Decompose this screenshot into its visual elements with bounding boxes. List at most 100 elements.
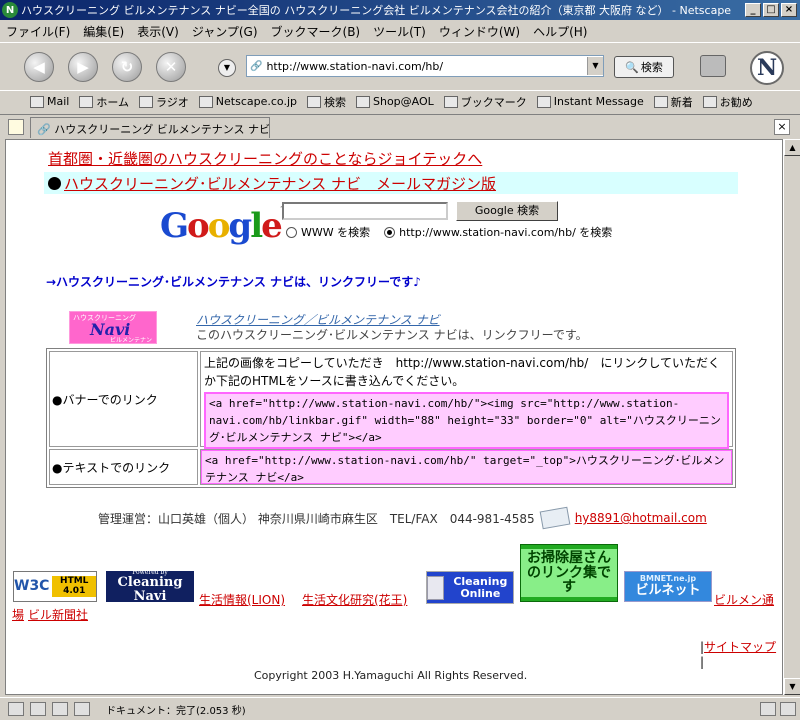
cleaning-navi-badge[interactable]: Powered by Cleaning Navi — [106, 569, 194, 603]
link-instructions-table: ●バナーでのリンク 上記の画像をコピーしていただき http://www.sta… — [46, 348, 736, 488]
menu-edit[interactable]: 編集(E) — [83, 23, 124, 40]
bookmark-radio[interactable]: ラジオ — [139, 94, 189, 110]
joytec-link[interactable]: 首都圏・近畿圏のハウスクリーニングのことならジョイテックへ — [48, 148, 482, 169]
stop-button[interactable]: ✕ — [156, 51, 186, 82]
menu-go[interactable]: ジャンプ(G) — [192, 23, 258, 40]
kao-link[interactable]: 生活文化研究(花王) — [302, 591, 407, 608]
page-icon: 🔗 — [250, 60, 263, 72]
tab-label: ハウスクリーニング ビルメンテナンス ナビー全... — [54, 123, 270, 136]
lion-link[interactable]: 生活情報(LION) — [199, 591, 285, 608]
menu-file[interactable]: ファイル(F) — [6, 23, 70, 40]
bookmark-bookmarks[interactable]: ブックマーク — [443, 94, 527, 110]
navi-banner-image[interactable]: ハウスクリーニング Navi ビルメンテナンス — [69, 311, 157, 353]
instant-message-icon[interactable] — [30, 702, 46, 716]
text-html-code[interactable]: <a href="http://www.station-navi.com/hb/… — [201, 450, 732, 484]
close-tab-icon[interactable]: × — [774, 119, 790, 135]
composer-icon[interactable] — [52, 702, 68, 716]
bookmark-instant-message[interactable]: Instant Message — [536, 95, 644, 108]
history-dropdown-icon[interactable]: ▼ — [218, 59, 236, 77]
personal-toolbar: Mail ホーム ラジオ Netscape.co.jp 検索 Shop@AOL … — [0, 90, 800, 112]
bookmark-netscape[interactable]: Netscape.co.jp — [198, 95, 297, 108]
biru-shinbun-link[interactable]: ビル新聞社 — [28, 606, 88, 623]
radio-site-label: http://www.station-navi.com/hb/ を検索 — [399, 226, 613, 239]
status-bar: ドキュメント：完了(2.053 秒) — [0, 697, 800, 720]
reload-button[interactable]: ↻ — [112, 51, 142, 82]
shop-icon — [356, 95, 370, 108]
bmnet-badge[interactable]: BMNET.ne.jp ビルネット — [624, 571, 712, 602]
tab-current[interactable]: 🔗 ハウスクリーニング ビルメンテナンス ナビー全... — [30, 117, 270, 138]
back-arrow-icon: ◀ — [33, 57, 45, 76]
cube-icon — [427, 575, 444, 600]
maximize-button[interactable]: □ — [763, 3, 779, 17]
bookmark-mail[interactable]: Mail — [30, 95, 69, 108]
banner-link-label: ●バナーでのリンク — [49, 351, 198, 447]
mail-magazine-link[interactable]: ハウスクリーニング･ビルメンテナンス ナビ メールマガジン版 — [64, 173, 496, 194]
radio-icon — [139, 95, 154, 108]
bookmark-home[interactable]: ホーム — [79, 94, 129, 110]
close-window-button[interactable]: × — [781, 3, 797, 17]
scroll-up-icon[interactable]: ▲ — [784, 139, 800, 156]
w3c-html-badge[interactable]: W3C HTML 4.01 — [13, 571, 97, 602]
cleaning-online-badge[interactable]: Cleaning Online — [426, 571, 514, 604]
cleaner-links-badge[interactable]: お掃除屋さんのリンク集です — [520, 544, 618, 602]
url-input[interactable] — [262, 59, 587, 73]
bilmen-tsu-link[interactable]: ビルメン通 — [714, 591, 774, 608]
admin-info: 管理運営：山口英雄（個人） 神奈川県川崎市麻生区 TEL/FAX 044-981… — [98, 506, 707, 530]
back-button[interactable]: ◀ — [24, 51, 54, 82]
sitemap-separator-right: | — [700, 655, 705, 669]
mail-icon[interactable] — [8, 702, 24, 716]
bilmen-tsu-link-cont[interactable]: 場 — [12, 606, 24, 623]
google-search-input[interactable] — [282, 202, 448, 220]
envelope-icon — [539, 506, 571, 530]
window-title: ハウスクリーニング ビルメンテナンス ナビー全国の ハウスクリーニング会社 ビル… — [21, 4, 732, 17]
banner-link-instructions: 上記の画像をコピーしていただき http://www.station-navi.… — [204, 356, 720, 388]
text-link-label: ●テキストでのリンク — [49, 449, 198, 485]
url-bar[interactable]: 🔗 ▼ — [246, 55, 604, 77]
mail-icon — [30, 95, 44, 108]
status-text: ドキュメント：完了(2.053 秒) — [106, 705, 246, 717]
folder-icon — [443, 95, 458, 108]
google-logo[interactable]: GoogleTM — [160, 206, 293, 246]
netscape-logo[interactable]: N — [750, 51, 784, 85]
menu-bar: ファイル(F) 編集(E) 表示(V) ジャンプ(G) ブックマーク(B) ツー… — [0, 20, 800, 42]
minimize-button[interactable]: _ — [745, 3, 761, 17]
lock-icon[interactable] — [780, 702, 796, 716]
search-scope: WWW を検索 http://www.station-navi.com/hb/ … — [286, 224, 612, 240]
banner-link-cell: 上記の画像をコピーしていただき http://www.station-navi.… — [200, 351, 733, 449]
magnifier-icon: 🔍 — [625, 60, 639, 74]
home-icon — [79, 95, 94, 108]
tab-bar: 🔗 ハウスクリーニング ビルメンテナンス ナビー全... × — [0, 114, 800, 138]
page-content: 首都圏・近畿圏のハウスクリーニングのことならジョイテックへ ハウスクリーニング･… — [5, 139, 783, 695]
bookmark-shop[interactable]: Shop@AOL — [356, 95, 434, 108]
radio-www[interactable] — [286, 226, 297, 238]
reload-icon: ↻ — [120, 57, 134, 76]
bookmark-new[interactable]: 新着 — [653, 94, 693, 110]
radio-site[interactable] — [384, 226, 396, 238]
sitemap-link[interactable]: サイトマップ — [704, 640, 776, 654]
bookmark-search[interactable]: 検索 — [307, 94, 346, 110]
search-button[interactable]: 🔍 検索 — [614, 56, 674, 78]
menu-tools[interactable]: ツール(T) — [373, 23, 426, 40]
url-dropdown-icon[interactable]: ▼ — [587, 57, 603, 75]
forward-button[interactable]: ▶ — [68, 51, 98, 82]
print-icon[interactable] — [700, 55, 726, 77]
scroll-down-icon[interactable]: ▼ — [784, 678, 800, 695]
link-icon — [536, 95, 551, 108]
sidebar-toggle-icon[interactable] — [8, 119, 24, 135]
google-search-button[interactable]: Google 検索 — [456, 201, 558, 221]
text-link-cell: <a href="http://www.station-navi.com/hb/… — [200, 449, 733, 485]
bookmark-recommended[interactable]: お勧め — [702, 94, 753, 110]
vertical-scrollbar[interactable]: ▲ ▼ — [783, 139, 800, 695]
menu-bookmarks[interactable]: ブックマーク(B) — [271, 23, 361, 40]
banner-html-code[interactable]: <a href="http://www.station-navi.com/hb/… — [204, 392, 729, 449]
page-icon: 🔗 — [37, 123, 55, 136]
address-book-icon[interactable] — [74, 702, 90, 716]
stop-icon: ✕ — [164, 57, 178, 76]
email-link[interactable]: hy8891@hotmail.com — [575, 511, 707, 525]
menu-view[interactable]: 表示(V) — [137, 23, 179, 40]
banner-description: このハウスクリーニング･ビルメンテナンス ナビは、リンクフリーです。 — [196, 328, 588, 342]
menu-window[interactable]: ウィンドウ(W) — [439, 23, 520, 40]
menu-help[interactable]: ヘルプ(H) — [533, 23, 587, 40]
sitemap-area: |サイトマップ | — [700, 638, 782, 669]
netscape-app-icon: N — [2, 2, 18, 18]
